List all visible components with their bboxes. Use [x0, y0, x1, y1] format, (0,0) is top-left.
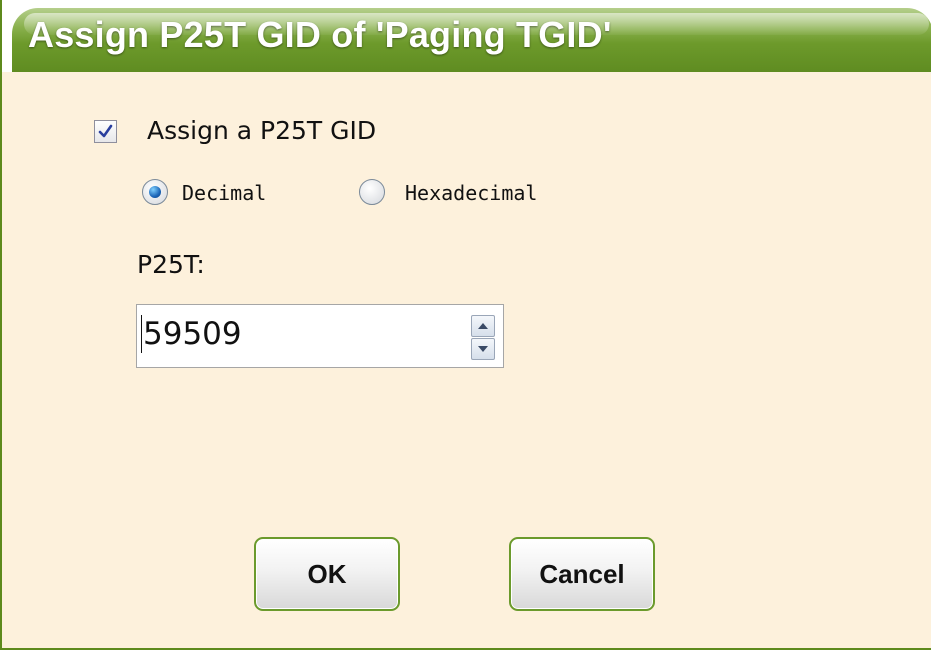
hexadecimal-radio-label[interactable]: Hexadecimal	[405, 181, 537, 205]
decimal-radio[interactable]	[142, 179, 168, 205]
p25t-value[interactable]: 59509	[141, 315, 242, 353]
hexadecimal-radio[interactable]	[359, 179, 385, 205]
arrow-up-icon	[478, 323, 488, 329]
spin-up-button[interactable]	[471, 315, 495, 337]
spin-down-button[interactable]	[471, 338, 495, 360]
title-bar[interactable]: Assign P25T GID of 'Paging TGID'	[2, 0, 931, 72]
p25t-spinner[interactable]: 59509	[136, 304, 504, 368]
ok-button[interactable]: OK	[254, 537, 400, 611]
assign-gid-checkbox[interactable]	[94, 120, 117, 143]
checkmark-icon	[98, 124, 113, 138]
dialog-window: Assign P25T GID of 'Paging TGID' Assign …	[0, 0, 931, 650]
cancel-button[interactable]: Cancel	[509, 537, 655, 611]
assign-gid-label[interactable]: Assign a P25T GID	[147, 116, 376, 145]
dialog-title: Assign P25T GID of 'Paging TGID'	[28, 14, 612, 55]
arrow-down-icon	[478, 346, 488, 352]
decimal-radio-label[interactable]: Decimal	[182, 181, 266, 205]
p25t-field-label: P25T:	[137, 250, 205, 279]
